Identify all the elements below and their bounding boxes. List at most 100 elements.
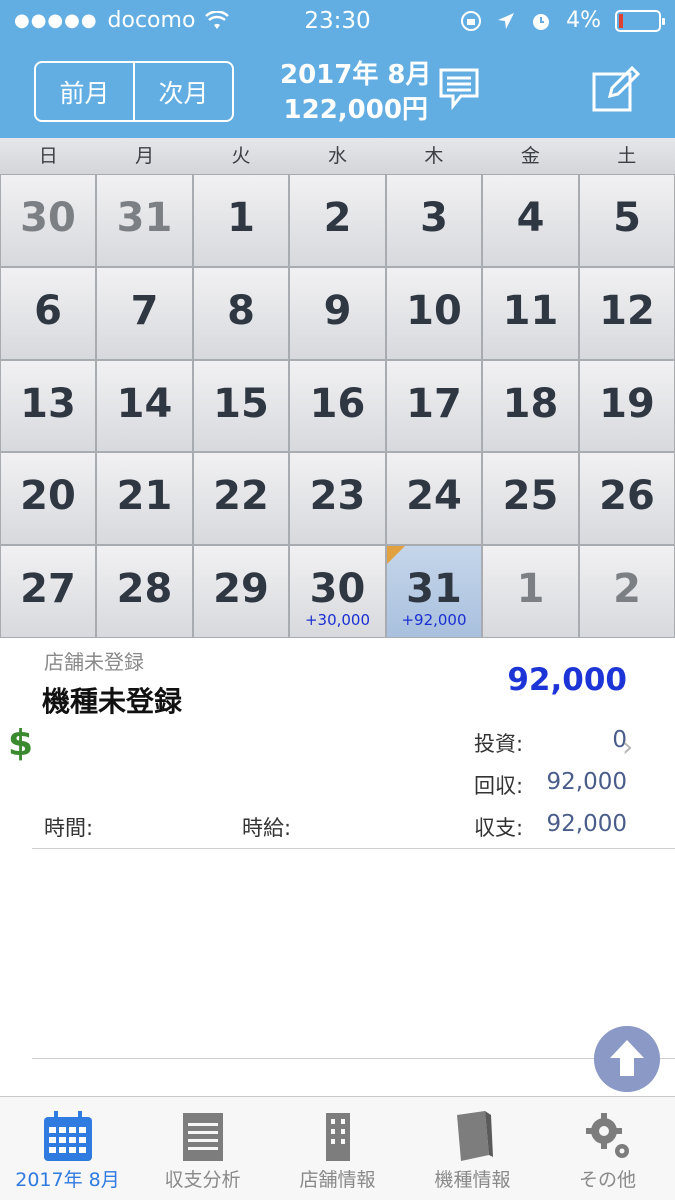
day-number: 7	[130, 288, 159, 334]
calendar-day[interactable]: 8	[193, 267, 289, 360]
calendar-day[interactable]: 16	[289, 360, 386, 452]
tab-analysis[interactable]: 収支分析	[135, 1097, 270, 1200]
weekday-label: 月	[135, 145, 155, 167]
balance-value: 92,000	[546, 811, 627, 837]
chevron-right-icon[interactable]: ›	[622, 730, 633, 763]
memo-flag-icon	[387, 546, 405, 564]
weekday-header: 日 月 火 水 木 金 土	[0, 138, 675, 174]
calendar-day[interactable]: 3	[386, 174, 482, 267]
time-label: 時間:	[44, 816, 94, 840]
return-label: 回収:	[474, 774, 524, 798]
status-right: 4%	[460, 8, 665, 33]
day-number: 19	[599, 381, 655, 427]
tab-bar: 2017年 8月 収支分析 店舗情報 機種情報 その他	[0, 1096, 675, 1200]
calendar-day[interactable]: 2	[289, 174, 386, 267]
tab-label: その他	[578, 1169, 636, 1191]
calendar-day[interactable]: 12	[579, 267, 675, 360]
day-number: 26	[599, 473, 655, 519]
calendar-day[interactable]: 13	[0, 360, 96, 452]
notepad-icon	[182, 1113, 223, 1161]
day-amount: +92,000	[401, 611, 467, 629]
calendar-day[interactable]: 30 +30,000	[289, 545, 386, 638]
month-total: 122,000円	[283, 95, 428, 125]
calendar-day[interactable]: 21	[96, 452, 193, 545]
day-number: 11	[502, 288, 559, 334]
prev-month-button[interactable]: 前月	[36, 63, 133, 120]
day-number: 13	[20, 381, 76, 427]
calendar-day[interactable]: 1	[193, 174, 289, 267]
tab-calendar[interactable]: 2017年 8月	[0, 1097, 135, 1200]
status-bar: ●●●●● docomo 23:30 4%	[0, 0, 675, 44]
day-number: 6	[34, 288, 62, 334]
day-number: 4	[516, 195, 545, 241]
day-number: 2	[323, 195, 352, 241]
day-number: 9	[323, 288, 352, 334]
weekday-label: 日	[38, 145, 58, 167]
return-value: 92,000	[546, 769, 627, 795]
day-number: 21	[116, 473, 173, 519]
day-detail[interactable]: 店舗未登録 機種未登録 92,000 $ 投資: 0 › 回収: 92,000 …	[0, 638, 675, 858]
calendar-day[interactable]: 10	[386, 267, 482, 360]
location-icon	[498, 12, 515, 29]
detail-total: 92,000	[507, 662, 627, 698]
calendar-day[interactable]: 11	[482, 267, 579, 360]
day-amount: +30,000	[304, 611, 371, 629]
tab-store[interactable]: 店舗情報	[270, 1097, 405, 1200]
calendar-day[interactable]: 4	[482, 174, 579, 267]
calendar-day[interactable]: 15	[193, 360, 289, 452]
day-number: 15	[213, 381, 269, 427]
calendar-day[interactable]: 27	[0, 545, 96, 638]
tab-label: 2017年 8月	[15, 1169, 120, 1191]
comment-icon[interactable]	[437, 66, 481, 112]
day-number: 12	[599, 288, 655, 334]
calendar-day[interactable]: 7	[96, 267, 193, 360]
list-divider	[32, 1058, 675, 1059]
wage-label: 時給:	[242, 816, 292, 840]
day-number: 28	[116, 566, 173, 612]
calendar-day[interactable]: 9	[289, 267, 386, 360]
calendar-day[interactable]: 22	[193, 452, 289, 545]
calendar-day[interactable]: 23	[289, 452, 386, 545]
calendar-day[interactable]: 24	[386, 452, 482, 545]
book-icon	[456, 1111, 493, 1161]
calendar-day[interactable]: 18	[482, 360, 579, 452]
calendar-day[interactable]: 2	[579, 545, 675, 638]
day-number: 31	[116, 195, 173, 241]
tab-other[interactable]: その他	[540, 1097, 675, 1200]
calendar-day[interactable]: 1	[482, 545, 579, 638]
calendar-day[interactable]: 19	[579, 360, 675, 452]
tab-machine[interactable]: 機種情報	[405, 1097, 540, 1200]
store-name: 店舗未登録	[44, 650, 144, 674]
next-month-button[interactable]: 次月	[135, 63, 232, 120]
month-summary: 2017年 8月 122,000円	[280, 58, 432, 128]
day-number: 5	[613, 195, 641, 241]
calendar-day[interactable]: 20	[0, 452, 96, 545]
day-number: 14	[116, 381, 173, 427]
gear-icon	[585, 1113, 629, 1158]
battery-percent: 4%	[566, 8, 601, 33]
calendar-day[interactable]: 14	[96, 360, 193, 452]
tab-label: 店舗情報	[299, 1169, 376, 1191]
weekday-label: 火	[231, 145, 251, 167]
alarm-icon	[533, 13, 550, 30]
calendar-day[interactable]: 5	[579, 174, 675, 267]
balance-label: 収支:	[474, 816, 524, 840]
calendar-day[interactable]: 6	[0, 267, 96, 360]
day-number: 8	[227, 288, 255, 334]
day-number: 16	[309, 381, 366, 427]
day-number: 25	[502, 473, 559, 519]
calendar-day[interactable]: 26	[579, 452, 675, 545]
building-icon	[325, 1113, 350, 1161]
calendar-day[interactable]: 29	[193, 545, 289, 638]
calendar-day[interactable]: 28	[96, 545, 193, 638]
calendar-day[interactable]: 30	[0, 174, 96, 267]
day-number: 10	[406, 288, 462, 334]
calendar-day[interactable]: 31	[96, 174, 193, 267]
day-number: 23	[309, 473, 366, 519]
scroll-top-button[interactable]	[594, 1026, 660, 1092]
calendar-day[interactable]: 31 +92,000	[386, 545, 482, 638]
calendar-day[interactable]: 25	[482, 452, 579, 545]
edit-icon[interactable]	[590, 64, 640, 114]
calendar-day[interactable]: 17	[386, 360, 482, 452]
dollar-icon: $	[8, 723, 34, 764]
